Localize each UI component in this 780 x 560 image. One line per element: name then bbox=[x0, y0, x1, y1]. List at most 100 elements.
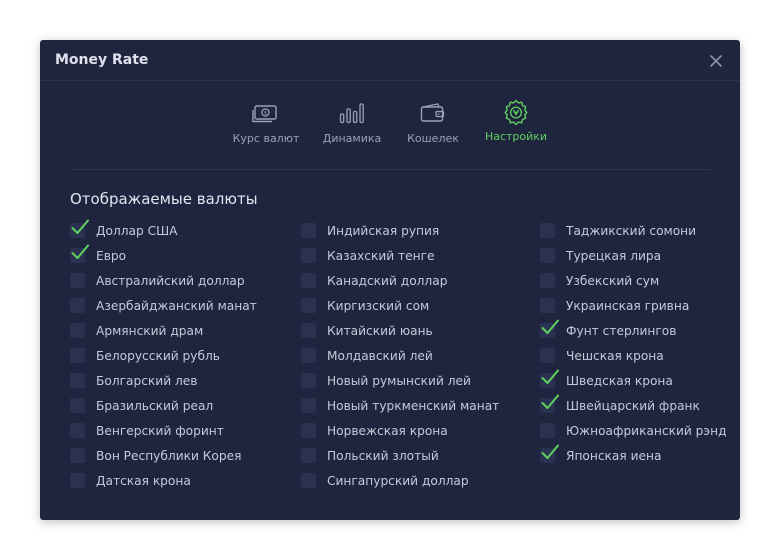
checkmark-icon bbox=[541, 394, 559, 409]
currency-option[interactable]: Польский злотый bbox=[301, 448, 521, 473]
checkbox[interactable] bbox=[540, 369, 559, 388]
currency-option[interactable]: Австралийский доллар bbox=[70, 273, 290, 298]
currency-option[interactable]: Молдавский лей bbox=[301, 348, 521, 373]
currency-label: Азербайджанский манат bbox=[96, 299, 257, 313]
checkbox[interactable] bbox=[301, 398, 316, 413]
currency-option[interactable]: Бразильский реал bbox=[70, 398, 290, 423]
currency-option[interactable]: Узбекский сум bbox=[540, 273, 760, 298]
currency-option[interactable]: Казахский тенге bbox=[301, 248, 521, 273]
currency-option[interactable]: Индийская рупия bbox=[301, 223, 521, 248]
checkbox[interactable] bbox=[70, 244, 89, 263]
checkbox[interactable] bbox=[540, 319, 559, 338]
currency-label: Чешская крона bbox=[566, 349, 664, 363]
currency-option[interactable]: Украинская гривна bbox=[540, 298, 760, 323]
checkbox[interactable] bbox=[540, 348, 555, 363]
checkbox[interactable] bbox=[70, 373, 85, 388]
currency-option[interactable]: Чешская крона bbox=[540, 348, 760, 373]
tab-wallet[interactable]: Кошелек bbox=[388, 102, 478, 145]
currency-label: Бразильский реал bbox=[96, 399, 214, 413]
currency-option[interactable]: Новый туркменский манат bbox=[301, 398, 521, 423]
close-icon[interactable] bbox=[709, 54, 723, 68]
checkbox[interactable] bbox=[540, 223, 555, 238]
checkbox[interactable] bbox=[540, 273, 555, 288]
tab-label: Динамика bbox=[322, 132, 382, 145]
currency-option[interactable]: Фунт стерлингов bbox=[540, 319, 760, 348]
checkbox[interactable] bbox=[301, 298, 316, 313]
currency-option[interactable]: Южноафриканский рэнд bbox=[540, 423, 760, 448]
checkbox[interactable] bbox=[70, 398, 85, 413]
currency-label: Сингапурский доллар bbox=[327, 474, 469, 488]
currency-label: Евро bbox=[96, 249, 127, 263]
section-title: Отображаемые валюты bbox=[70, 190, 258, 208]
currency-option[interactable]: Белорусский рубль bbox=[70, 348, 290, 373]
checkbox[interactable] bbox=[540, 394, 559, 413]
currency-label: Индийская рупия bbox=[327, 224, 440, 238]
currency-option[interactable]: Евро bbox=[70, 244, 290, 273]
currency-option[interactable]: Норвежская крона bbox=[301, 423, 521, 448]
checkbox[interactable] bbox=[70, 473, 85, 488]
currency-label: Армянский драм bbox=[96, 324, 204, 338]
currency-option[interactable]: Японская иена bbox=[540, 444, 760, 473]
checkbox[interactable] bbox=[540, 298, 555, 313]
currency-option[interactable]: Шведская крона bbox=[540, 369, 760, 398]
currency-label: Болгарский лев bbox=[96, 374, 198, 388]
tab-dynamics[interactable]: Динамика bbox=[307, 102, 397, 145]
currency-option[interactable]: Таджикский сомони bbox=[540, 223, 760, 248]
currency-option[interactable]: Сингапурский доллар bbox=[301, 473, 521, 498]
checkbox[interactable] bbox=[301, 248, 316, 263]
currency-option[interactable]: Турецкая лира bbox=[540, 248, 760, 273]
tab-settings[interactable]: Настройки bbox=[471, 99, 561, 143]
currency-option[interactable]: Армянский драм bbox=[70, 323, 290, 348]
checkbox[interactable] bbox=[301, 473, 316, 488]
svg-text:$: $ bbox=[264, 111, 268, 117]
currency-option[interactable]: Доллар США bbox=[70, 219, 290, 248]
currency-column-1: Доллар США Евро Австралийский доллар Азерба… bbox=[70, 219, 290, 498]
currency-label: Фунт стерлингов bbox=[566, 324, 677, 338]
checkmark-icon bbox=[541, 319, 559, 334]
checkbox[interactable] bbox=[301, 423, 316, 438]
checkbox[interactable] bbox=[70, 298, 85, 313]
checkbox[interactable] bbox=[301, 223, 316, 238]
currency-label: Китайский юань bbox=[327, 324, 433, 338]
checkbox[interactable] bbox=[540, 444, 559, 463]
currency-option[interactable]: Киргизский сом bbox=[301, 298, 521, 323]
checkbox[interactable] bbox=[70, 273, 85, 288]
checkbox[interactable] bbox=[540, 423, 555, 438]
wallet-icon bbox=[420, 103, 445, 122]
gear-icon bbox=[504, 99, 528, 125]
checkbox[interactable] bbox=[301, 348, 316, 363]
currency-label: Польский злотый bbox=[327, 449, 439, 463]
currency-label: Датская крона bbox=[96, 474, 191, 488]
checkbox[interactable] bbox=[301, 273, 316, 288]
currency-option[interactable]: Швейцарский франк bbox=[540, 394, 760, 423]
currency-label: Доллар США bbox=[96, 224, 178, 238]
tab-exchange-rates[interactable]: $ Курс валют bbox=[221, 102, 311, 145]
currency-label: Белорусский рубль bbox=[96, 349, 220, 363]
currency-label: Шведская крона bbox=[566, 374, 673, 388]
tab-label: Настройки bbox=[484, 130, 548, 143]
checkbox[interactable] bbox=[70, 448, 85, 463]
currency-option[interactable]: Вон Республики Корея bbox=[70, 448, 290, 473]
currency-option[interactable]: Болгарский лев bbox=[70, 373, 290, 398]
currency-label: Швейцарский франк bbox=[566, 399, 700, 413]
checkbox[interactable] bbox=[70, 423, 85, 438]
checkmark-icon bbox=[71, 219, 89, 234]
currency-option[interactable]: Китайский юань bbox=[301, 323, 521, 348]
checkbox[interactable] bbox=[70, 323, 85, 338]
checkbox[interactable] bbox=[540, 248, 555, 263]
checkmark-icon bbox=[541, 444, 559, 459]
banknote-icon: $ bbox=[252, 105, 277, 123]
checkbox[interactable] bbox=[70, 348, 85, 363]
checkbox[interactable] bbox=[70, 219, 89, 238]
checkbox[interactable] bbox=[301, 373, 316, 388]
checkbox[interactable] bbox=[301, 323, 316, 338]
currency-option[interactable]: Азербайджанский манат bbox=[70, 298, 290, 323]
currency-label: Украинская гривна bbox=[566, 299, 690, 313]
checkbox[interactable] bbox=[301, 448, 316, 463]
currency-option[interactable]: Венгерский форинт bbox=[70, 423, 290, 448]
currency-label: Венгерский форинт bbox=[96, 424, 224, 438]
currency-option[interactable]: Новый румынский лей bbox=[301, 373, 521, 398]
currency-option[interactable]: Канадский доллар bbox=[301, 273, 521, 298]
currency-option[interactable]: Датская крона bbox=[70, 473, 290, 498]
tab-label: Кошелек bbox=[407, 132, 459, 145]
